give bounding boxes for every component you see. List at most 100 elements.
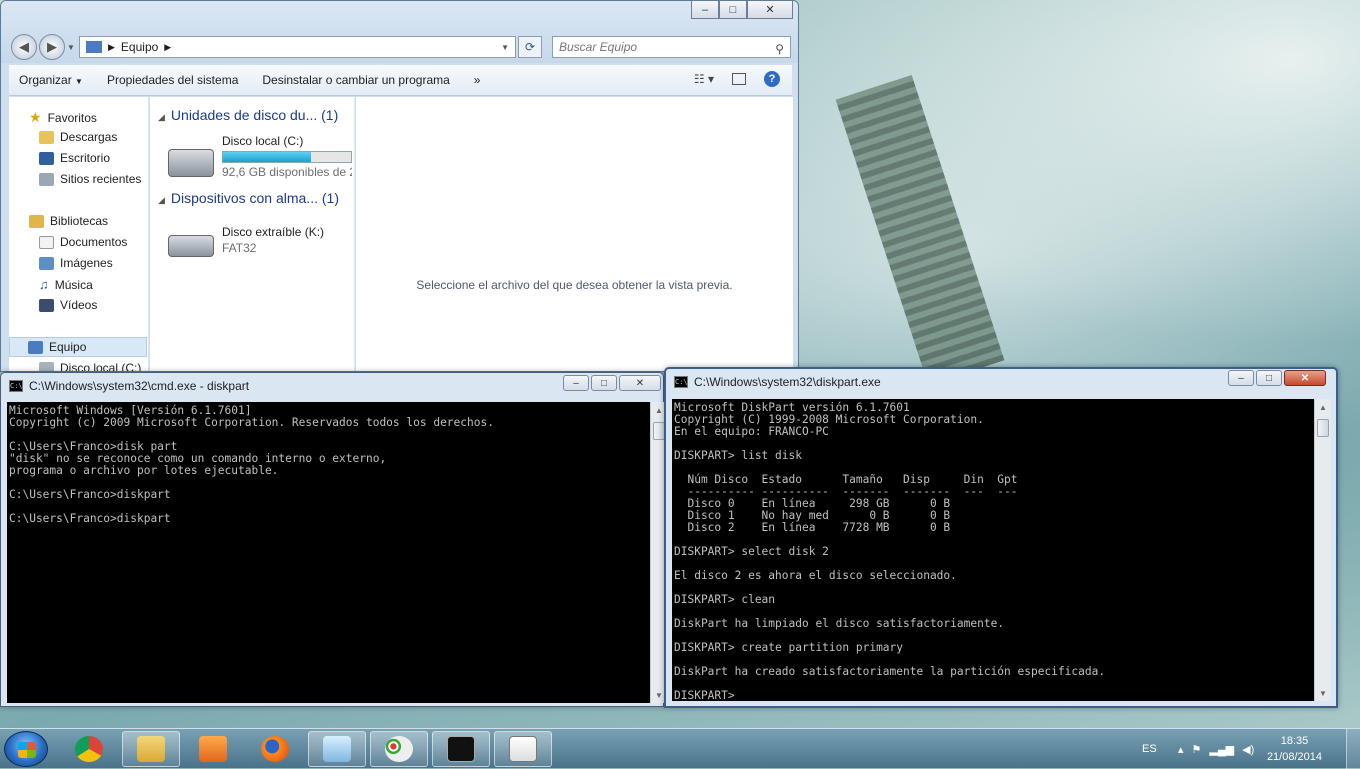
system-properties-button[interactable]: Propiedades del sistema <box>107 73 238 87</box>
taskbar-notepad[interactable] <box>308 731 366 767</box>
hard-drive-icon <box>168 149 214 177</box>
scroll-up-icon[interactable]: ▲ <box>1315 399 1331 415</box>
nav-desktop[interactable]: Escritorio <box>39 151 110 165</box>
minimize-button[interactable]: – <box>563 375 589 391</box>
diskpart-titlebar: C:\ C:\Windows\system32\diskpart.exe <box>666 369 881 395</box>
search-input[interactable]: Buscar Equipo ⚲ <box>552 36 791 58</box>
close-button[interactable]: ✕ <box>747 1 793 19</box>
breadcrumb-separator-icon: ▶ <box>108 41 115 52</box>
group-title: Dispositivos con alma... (1) <box>170 190 339 206</box>
network-signal-icon[interactable]: ▂▄▆ <box>1209 743 1234 756</box>
taskbar-firefox[interactable] <box>246 731 304 767</box>
drive-c-usage-bar <box>222 151 352 163</box>
forward-button[interactable]: ▶ <box>39 34 65 60</box>
explorer-caption-buttons: – □ ✕ <box>691 1 793 19</box>
breadcrumb-chevron-icon[interactable]: ▶ <box>164 42 171 53</box>
taskbar-chrome[interactable] <box>60 731 118 767</box>
help-icon[interactable]: ? <box>764 71 780 87</box>
uninstall-button[interactable]: Desinstalar o cambiar un programa <box>262 73 449 87</box>
nav-label: Disco local (C:) <box>60 361 142 372</box>
nav-computer[interactable]: Equipo <box>9 337 147 357</box>
cmd-console-output[interactable]: Microsoft Windows [Versión 6.1.7601] Cop… <box>7 402 650 703</box>
clock[interactable]: 18:35 21/08/2014 <box>1267 733 1322 765</box>
taskbar: ES ▴ ⚑ ▂▄▆ ◀) 18:35 21/08/2014 <box>0 728 1360 769</box>
nav-label: Bibliotecas <box>50 214 109 228</box>
close-button[interactable]: ✕ <box>619 375 661 391</box>
nav-label: Equipo <box>49 340 87 354</box>
nav-libraries[interactable]: Bibliotecas <box>29 214 108 228</box>
documents-icon <box>39 235 54 249</box>
show-hidden-icons-icon[interactable]: ▴ <box>1178 743 1184 756</box>
drive-k-filesystem: FAT32 <box>222 241 257 255</box>
star-icon: ★ <box>29 109 42 125</box>
view-controls: ☷ ▾ ? <box>694 71 780 87</box>
show-desktop-button[interactable] <box>1346 729 1360 769</box>
cmd-icon <box>447 736 475 762</box>
nav-label: Favoritos <box>47 110 97 125</box>
scroll-down-icon[interactable]: ▼ <box>1315 685 1331 701</box>
nav-music[interactable]: ♫ Música <box>39 277 93 292</box>
nav-label: Vídeos <box>60 298 98 312</box>
nav-local-disk[interactable]: Disco local (C:) <box>39 361 142 372</box>
preview-pane: Seleccione el archivo del que desea obte… <box>356 97 793 371</box>
nav-recent[interactable]: Sitios recientes <box>39 172 141 186</box>
scroll-thumb[interactable] <box>1317 419 1329 437</box>
group-header-removable[interactable]: ◢ Dispositivos con alma... (1) <box>158 190 339 206</box>
preview-pane-icon[interactable] <box>732 73 746 85</box>
maximize-button[interactable]: □ <box>1256 370 1282 386</box>
taskbar-paint[interactable] <box>370 731 428 767</box>
history-dropdown-icon[interactable]: ▼ <box>67 43 75 52</box>
taskbar-cmd[interactable] <box>432 731 490 767</box>
downloads-folder-icon <box>39 130 54 144</box>
address-bar[interactable]: ▶ Equipo ▶ ▼ <box>79 36 516 58</box>
organize-label: Organizar <box>19 73 72 87</box>
computer-icon <box>86 41 102 53</box>
taskbar-explorer[interactable] <box>122 731 180 767</box>
organize-button[interactable]: Organizar ▼ <box>19 73 83 87</box>
taskbar-diskpart[interactable] <box>494 731 552 767</box>
firefox-icon <box>261 736 289 762</box>
back-button[interactable]: ◀ <box>11 34 37 60</box>
videos-icon <box>39 298 54 312</box>
cmd-caption-buttons: – □ ✕ <box>563 375 661 391</box>
language-indicator[interactable]: ES <box>1142 729 1157 769</box>
nav-images[interactable]: Imágenes <box>39 256 113 270</box>
group-header-hard-drives[interactable]: ◢ Unidades de disco du... (1) <box>158 107 338 123</box>
clock-time: 18:35 <box>1280 735 1309 747</box>
maximize-button[interactable]: □ <box>719 1 747 19</box>
maximize-button[interactable]: □ <box>591 375 617 391</box>
music-icon: ♫ <box>39 277 49 292</box>
preview-message: Seleccione el archivo del que desea obte… <box>416 278 733 292</box>
search-icon[interactable]: ⚲ <box>775 39 784 59</box>
clock-date: 21/08/2014 <box>1266 751 1322 763</box>
close-button[interactable]: ✕ <box>1284 370 1326 386</box>
nav-documents[interactable]: Documentos <box>39 235 127 249</box>
taskbar-media-player[interactable] <box>184 731 242 767</box>
address-dropdown-icon[interactable]: ▼ <box>501 43 509 52</box>
nav-label: Escritorio <box>60 151 111 165</box>
action-center-flag-icon[interactable]: ⚑ <box>1192 743 1202 756</box>
diskpart-window: C:\ C:\Windows\system32\diskpart.exe – □… <box>664 367 1338 708</box>
drive-c-name: Disco local (C:) <box>222 134 304 148</box>
nav-downloads[interactable]: Descargas <box>39 130 117 144</box>
nav-videos[interactable]: Vídeos <box>39 298 97 312</box>
minimize-button[interactable]: – <box>691 1 719 19</box>
collapse-arrow-icon[interactable]: ◢ <box>158 195 165 205</box>
wallpaper-tower <box>835 74 1005 386</box>
view-options-icon[interactable]: ☷ ▾ <box>694 72 714 86</box>
more-commands-button[interactable]: » <box>474 73 481 87</box>
drive-c-usage-fill <box>223 152 312 162</box>
media-player-icon <box>199 736 227 762</box>
nav-favorites[interactable]: ★ Favoritos <box>29 109 97 126</box>
start-button[interactable] <box>4 731 48 767</box>
volume-icon[interactable]: ◀) <box>1242 743 1254 756</box>
diskpart-console-output[interactable]: Microsoft DiskPart versión 6.1.7601 Copy… <box>672 399 1314 701</box>
cmd-icon: C:\ <box>9 380 23 392</box>
collapse-arrow-icon[interactable]: ◢ <box>158 112 165 122</box>
refresh-button[interactable]: ⟳ <box>518 36 542 58</box>
group-title: Unidades de disco du... (1) <box>170 107 339 123</box>
breadcrumb-equipo[interactable]: Equipo <box>121 40 158 54</box>
diskpart-scrollbar[interactable]: ▲ ▼ <box>1314 399 1331 701</box>
minimize-button[interactable]: – <box>1228 370 1254 386</box>
desktop-icon <box>39 151 54 165</box>
